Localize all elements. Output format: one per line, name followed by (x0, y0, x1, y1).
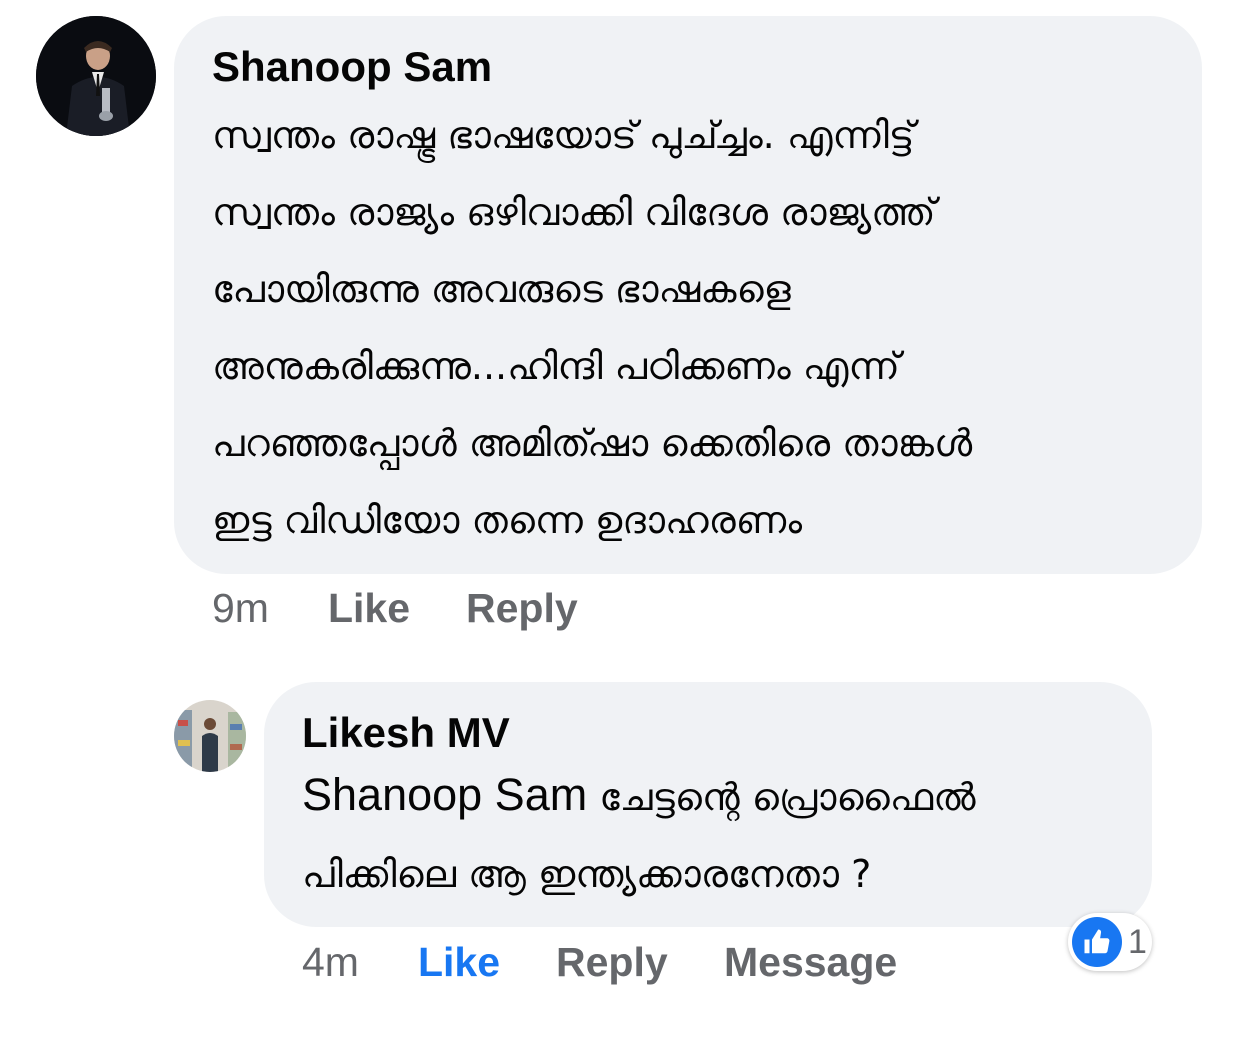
comment-text-line: പറഞ്ഞപ്പോൾ അമിത്ഷാ ക്കെതിരെ താങ്കൾ (212, 421, 973, 465)
comment-text: Shanoop Sam ചേട്ടന്റെ പ്രൊഫൈൽ പിക്കിലെ ആ… (302, 756, 1132, 913)
comment-text-rest: ചേട്ടന്റെ പ്രൊഫൈൽ (587, 775, 976, 819)
avatar-likesh-mv[interactable] (174, 700, 246, 772)
avatar-shanoop-sam[interactable] (36, 16, 156, 136)
reaction-summary[interactable]: 1 (1068, 913, 1152, 971)
comment-bubble-shanoop: Shanoop Sam സ്വന്തം രാഷ്ട്ര ഭാഷയോട് പുച്… (174, 16, 1202, 574)
profile-photo (36, 16, 156, 136)
comment-text-line: സ്വന്തം രാഷ്ട്ര ഭാഷയോട് പുച്ച്ചം. എന്നിട… (212, 113, 915, 157)
like-button[interactable]: Like (418, 939, 500, 986)
reply-button[interactable]: Reply (466, 585, 578, 632)
comment-text: സ്വന്തം രാഷ്ട്ര ഭാഷയോട് പുച്ച്ചം. എന്നിട… (212, 97, 1172, 559)
comment-author-name[interactable]: Shanoop Sam (212, 42, 1172, 92)
comment-timestamp: 9m (212, 585, 269, 631)
mention-link[interactable]: Shanoop Sam (302, 769, 587, 820)
comment-text-line: സ്വന്തം രാജ്യം ഒഴിവാക്കി വിദേശ രാജ്യത്ത് (212, 190, 936, 234)
comment-text-line: പോയിരുന്നു അവരുടെ ഭാഷകളെ (212, 267, 791, 311)
comment-text-line: Shanoop Sam ചേട്ടന്റെ പ്രൊഫൈൽ (302, 756, 1132, 836)
comment-text-line: അനുകരിക്കുന്നു...ഹിന്ദി പഠിക്കണം എന്ന് (212, 344, 900, 388)
comment-text-line: പിക്കിലെ ആ ഇന്ത്യക്കാരനേതാ ? (302, 852, 872, 896)
comment-text-line: ഇട്ട വിഡിയോ തന്നെ ഉദാഹരണം (212, 498, 803, 542)
like-button[interactable]: Like (328, 585, 410, 632)
comment-author-name[interactable]: Likesh MV (302, 708, 1132, 758)
message-button[interactable]: Message (724, 939, 897, 986)
comment-timestamp: 4m (302, 939, 359, 985)
reaction-count: 1 (1128, 922, 1147, 961)
comment-bubble-likesh: Likesh MV Shanoop Sam ചേട്ടന്റെ പ്രൊഫൈൽ … (264, 682, 1152, 927)
like-thumb-icon (1072, 917, 1122, 967)
reply-button[interactable]: Reply (556, 939, 668, 986)
profile-photo (174, 700, 246, 772)
